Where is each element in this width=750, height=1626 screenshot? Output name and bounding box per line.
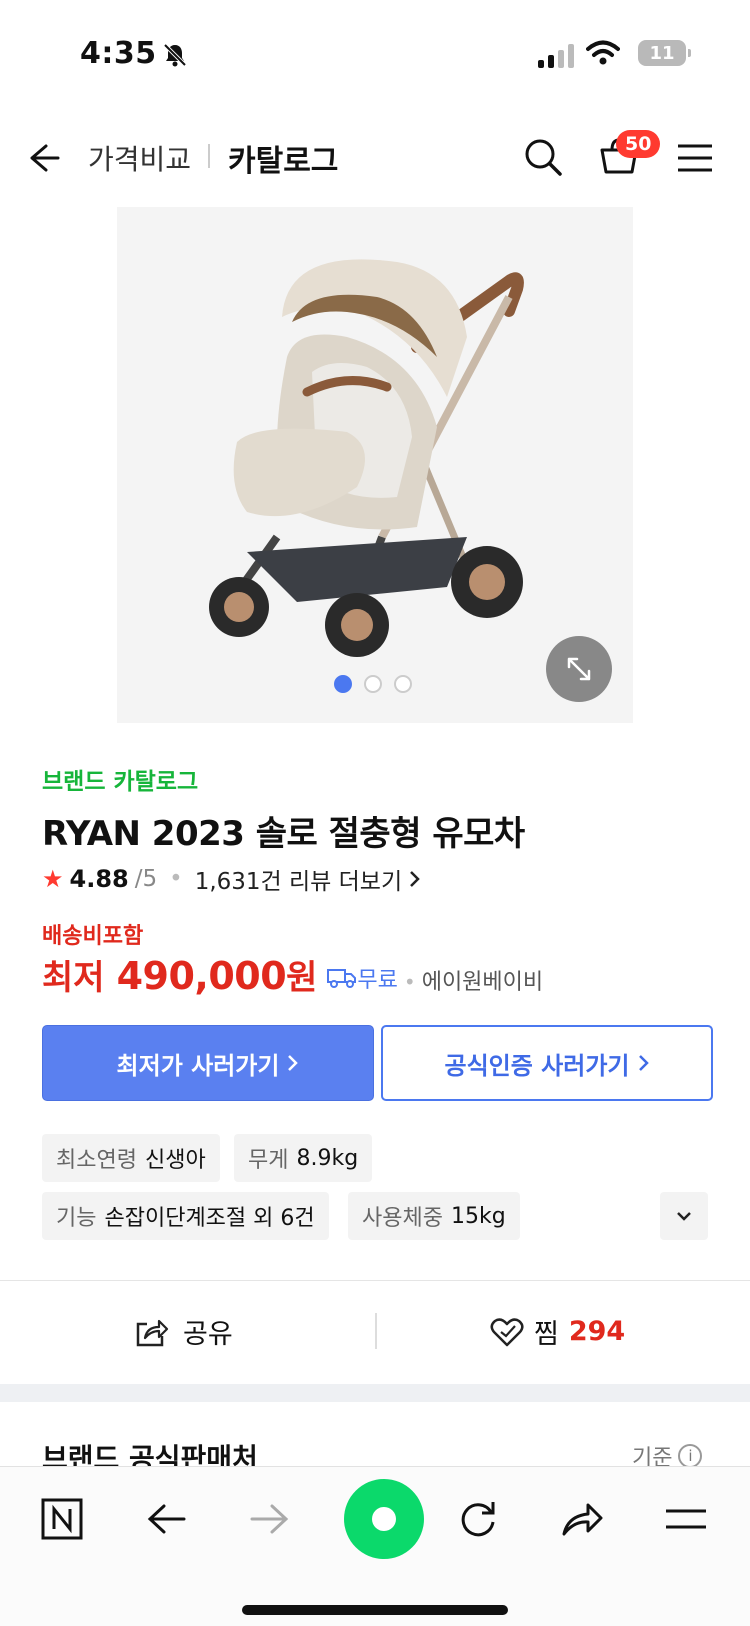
search-icon[interactable]: [522, 136, 564, 178]
buy-lowest-label: 최저가 사러가기: [116, 1051, 280, 1080]
reload-button[interactable]: [448, 1489, 508, 1549]
spec-value: 신생아: [144, 1148, 206, 1173]
section-gap: [0, 1384, 750, 1402]
breadcrumb-divider: [208, 144, 210, 168]
status-bar: 4:35 11: [0, 0, 750, 110]
pager-dot[interactable]: [334, 675, 352, 693]
menu-icon: [666, 1509, 706, 1529]
share-icon: [136, 1319, 169, 1346]
star-icon: ★: [42, 865, 64, 893]
truck-icon: [327, 969, 357, 988]
wish-label: 찜: [534, 1319, 559, 1350]
battery-level: 11: [649, 42, 675, 64]
reviews-link[interactable]: 1,631건 리뷰 더보기: [195, 862, 402, 896]
expand-image-button[interactable]: [546, 636, 612, 702]
product-title: RYAN 2023 솔로 절충형 유모차: [42, 814, 525, 854]
back-arrow-icon[interactable]: [24, 138, 64, 178]
cart-count-badge: 50: [616, 130, 661, 158]
spec-key: 무게: [248, 1148, 289, 1173]
spec-chip: 무게 8.9kg: [234, 1134, 373, 1182]
battery-icon: 11: [638, 40, 691, 66]
shipping-included-label: 배송비포함: [42, 924, 144, 949]
bullet-separator: •: [169, 866, 183, 892]
wish-count: 294: [568, 1316, 626, 1347]
delivery-label: 무료: [357, 968, 398, 993]
spec-key: 사용체중: [362, 1206, 443, 1231]
arrow-left-icon: [147, 1504, 186, 1534]
seller-name[interactable]: 에이원베이비: [422, 964, 543, 996]
chevron-down-icon: [677, 1212, 691, 1221]
spec-value: 15kg: [450, 1203, 506, 1229]
buy-official-label: 공식인증 사러가기: [444, 1051, 630, 1080]
spec-key: 최소연령: [56, 1148, 137, 1173]
price-unit: 원: [286, 958, 318, 998]
pager-dot[interactable]: [394, 675, 412, 693]
hamburger-menu-icon[interactable]: [676, 142, 714, 174]
pager-dot[interactable]: [364, 675, 382, 693]
chevron-right-icon: [410, 871, 420, 887]
brand-catalog-link[interactable]: 브랜드 카탈로그: [42, 762, 198, 796]
expand-icon: [567, 657, 591, 681]
rating-score: 4.88: [69, 865, 129, 893]
image-pager: [334, 675, 412, 693]
spec-key: 기능: [56, 1206, 97, 1231]
share-button[interactable]: 공유: [135, 1312, 233, 1351]
price-value: 490,000: [116, 954, 287, 998]
info-icon: i: [678, 1444, 703, 1468]
heart-icon: [490, 1317, 524, 1346]
spec-value: 손잡이단계조절 외 6건: [104, 1206, 315, 1231]
naver-n-icon: [41, 1498, 83, 1540]
browser-back-button[interactable]: [136, 1489, 196, 1549]
reload-icon: [461, 1502, 495, 1537]
divider: [375, 1313, 377, 1349]
spec-chip: 사용체중 15kg: [348, 1192, 520, 1240]
wishlist-button[interactable]: 찜 294: [490, 1312, 625, 1351]
lowest-price-label: 최저: [42, 958, 105, 998]
share-label: 공유: [183, 1319, 233, 1350]
buy-official-button[interactable]: 공식인증 사러가기: [381, 1025, 713, 1101]
top-nav: 가격비교 카탈로그 50: [0, 120, 750, 200]
home-indicator[interactable]: [242, 1605, 508, 1615]
spec-chip: 최소연령 신생아: [42, 1134, 220, 1182]
chevron-right-icon: [288, 1055, 299, 1071]
expand-specs-button[interactable]: [660, 1192, 708, 1240]
price-row: 최저 490,000 원 무료 • 에이원베이비: [42, 950, 543, 999]
bullet-separator: •: [403, 970, 416, 994]
rating-row: ★ 4.88/5 • 1,631건 리뷰 더보기: [42, 862, 422, 896]
browser-forward-button[interactable]: [240, 1489, 300, 1549]
spec-chip: 기능 손잡이단계조절 외 6건: [42, 1192, 329, 1240]
spec-value: 8.9kg: [296, 1145, 359, 1171]
status-time: 4:35: [80, 36, 157, 71]
arrow-right-icon: [250, 1504, 289, 1534]
silent-bell-icon: [163, 43, 187, 67]
browser-menu-button[interactable]: [656, 1489, 716, 1549]
breadcrumb-catalog[interactable]: 카탈로그: [228, 136, 338, 180]
chevron-right-icon: [638, 1055, 649, 1071]
rating-max: /5: [134, 866, 158, 892]
free-delivery: 무료: [327, 962, 398, 994]
naver-home-button[interactable]: [344, 1479, 424, 1559]
browser-share-button[interactable]: [552, 1489, 612, 1549]
cellular-signal-icon: [538, 44, 574, 68]
wifi-icon: [586, 40, 620, 65]
green-dot-icon: [372, 1507, 396, 1531]
naver-n-button[interactable]: [32, 1489, 92, 1549]
share-arrow-icon: [562, 1503, 603, 1536]
divider: [0, 1280, 750, 1281]
browser-toolbar: [0, 1466, 750, 1626]
breadcrumb-price-compare[interactable]: 가격비교: [88, 138, 191, 178]
buy-lowest-price-button[interactable]: 최저가 사러가기: [42, 1025, 374, 1101]
